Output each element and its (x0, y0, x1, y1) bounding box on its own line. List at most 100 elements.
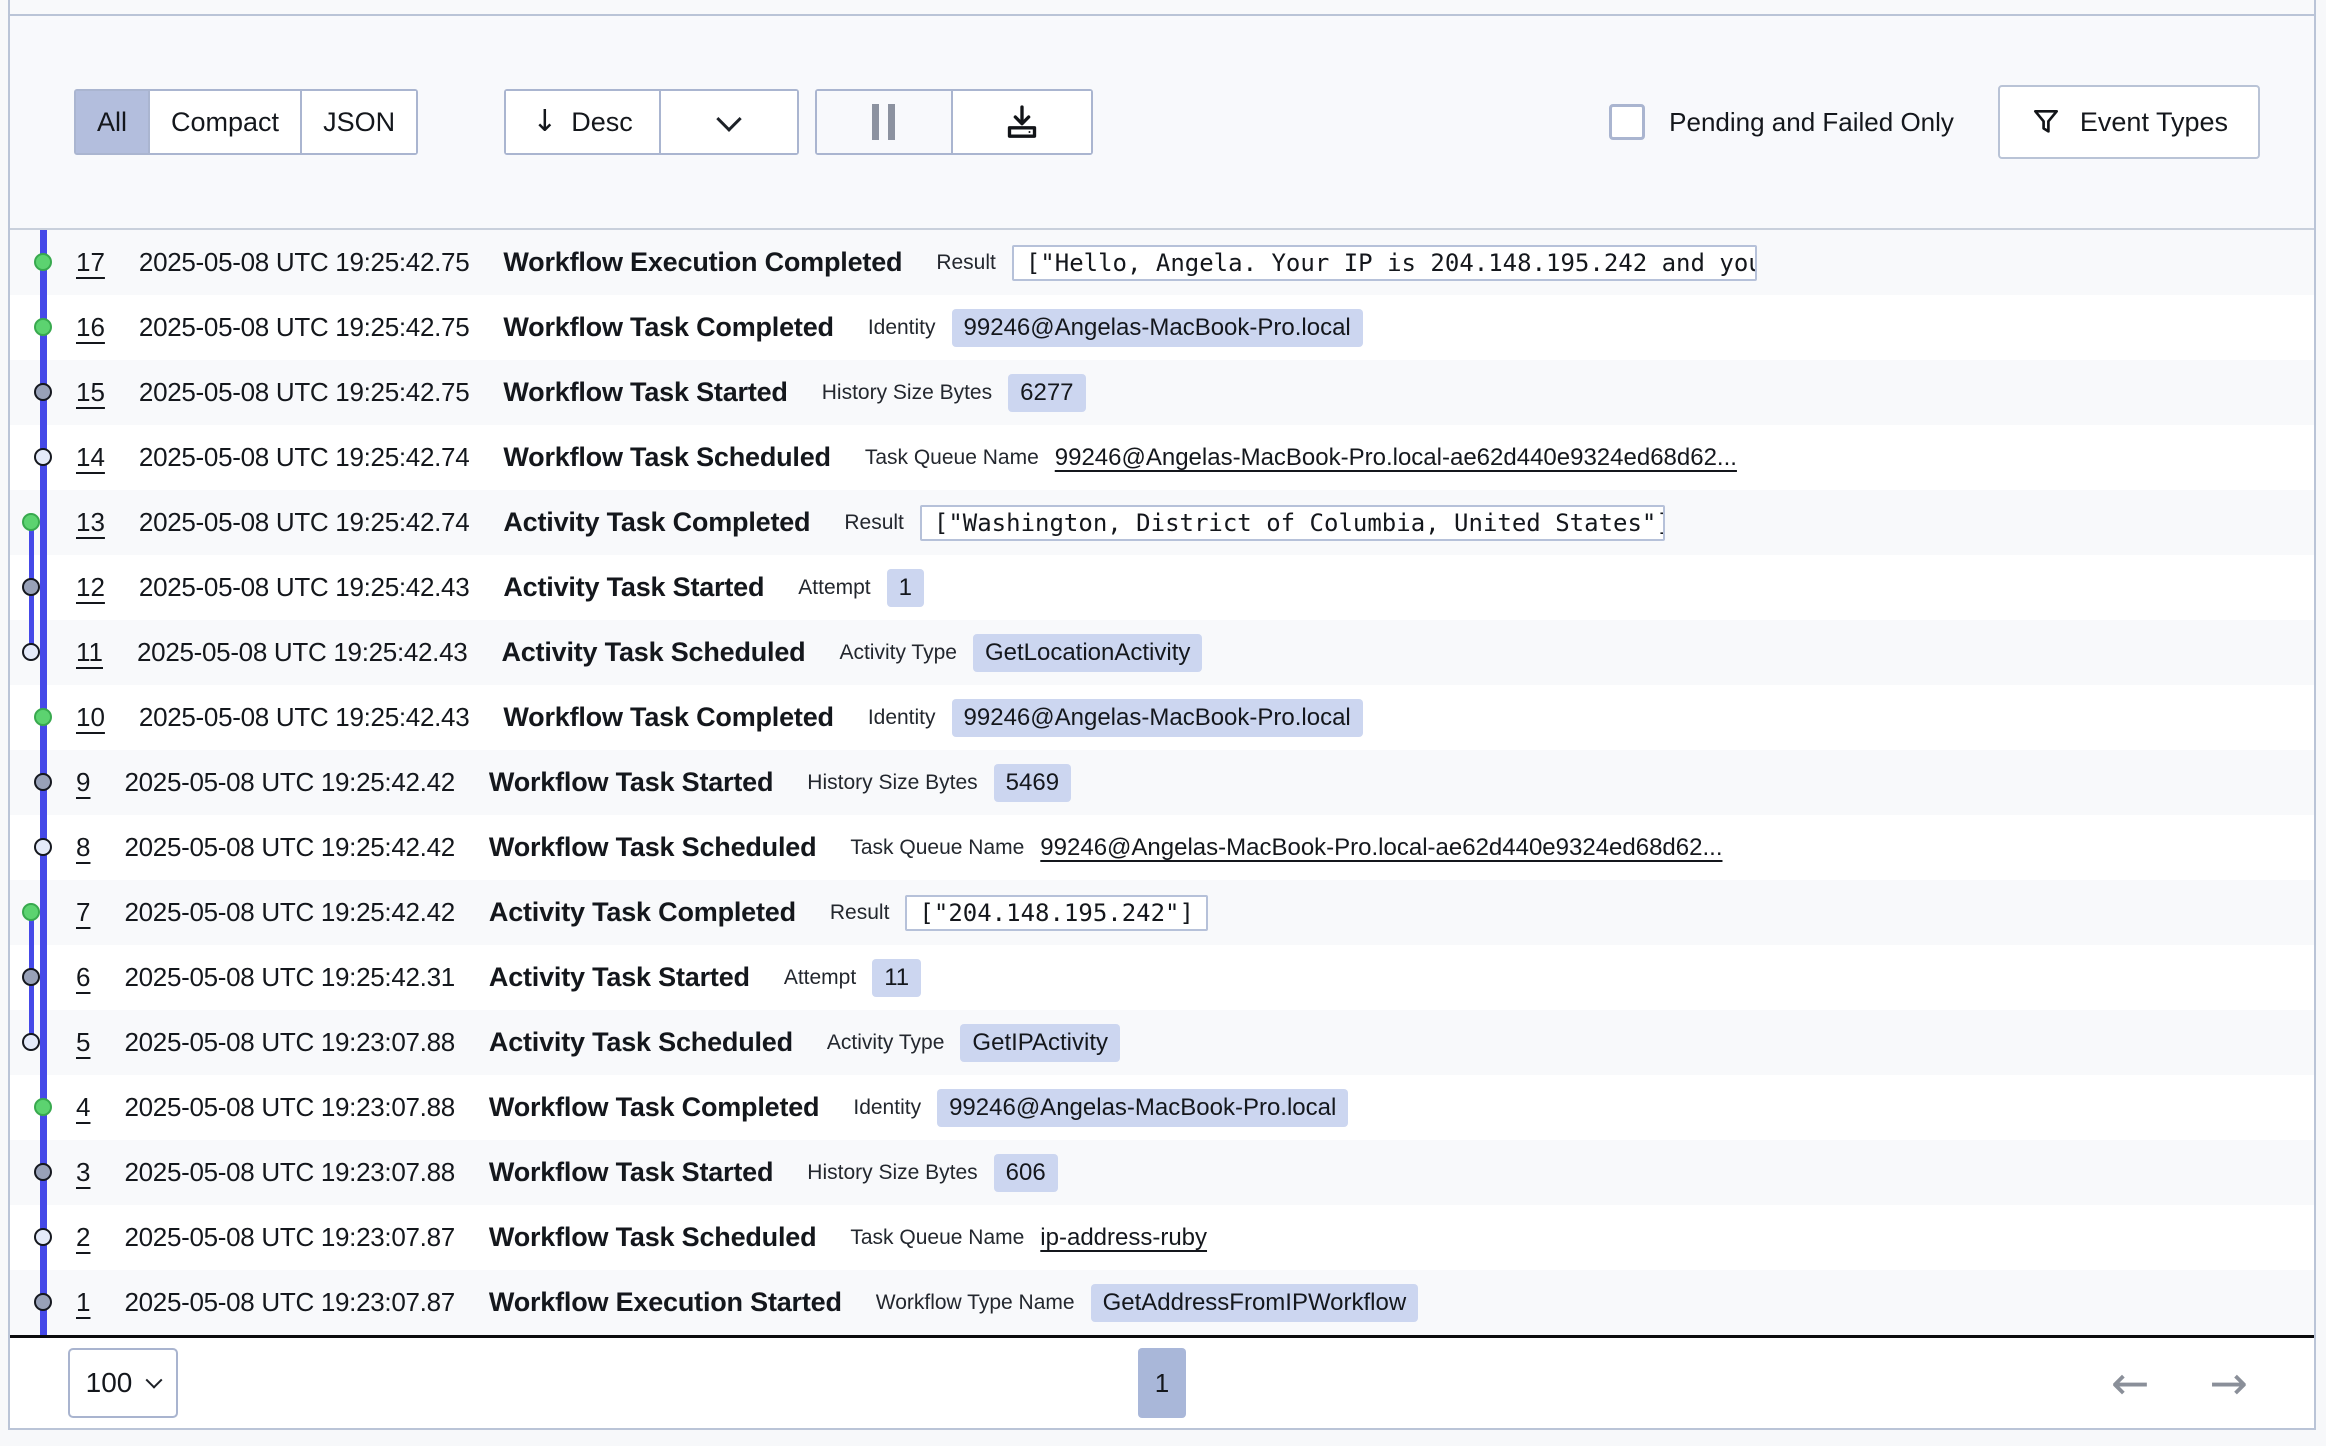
event-name: Activity Task Completed (489, 897, 796, 928)
event-row-3[interactable]: 32025-05-08 UTC 19:23:07.88Workflow Task… (10, 1140, 2314, 1205)
event-id-link[interactable]: 8 (76, 832, 90, 863)
event-detail-value: 5469 (994, 764, 1071, 802)
event-detail-value[interactable]: 99246@Angelas-MacBook-Pro.local-ae62d440… (1040, 834, 1722, 862)
sort-desc-button[interactable]: ↓ Desc (506, 91, 659, 153)
event-status-dot-sched (34, 1228, 52, 1246)
event-detail-label: Activity Type (827, 1031, 945, 1055)
pause-autorefresh-button[interactable] (817, 91, 951, 153)
event-history-panel: AllCompactJSON ↓ Desc (8, 14, 2316, 1430)
pagination-bar: 100 1 ← → (10, 1338, 2314, 1428)
event-row-2[interactable]: 22025-05-08 UTC 19:23:07.87Workflow Task… (10, 1205, 2314, 1270)
event-id-link[interactable]: 5 (76, 1027, 90, 1058)
history-action-buttons (815, 89, 1093, 155)
event-row-12[interactable]: 122025-05-08 UTC 19:25:42.43Activity Tas… (10, 555, 2314, 620)
event-timestamp: 2025-05-08 UTC 19:25:42.42 (124, 897, 454, 928)
event-detail: History Size Bytes6277 (822, 374, 1086, 412)
current-page-value: 1 (1155, 1368, 1169, 1399)
event-detail-value: 6277 (1008, 374, 1085, 412)
event-row-7[interactable]: 7 2025-05-08 UTC 19:25:42.42 Activity Task… (10, 880, 2314, 945)
pending-failed-checkbox[interactable] (1609, 104, 1645, 140)
event-row-16[interactable]: 162025-05-08 UTC 19:25:42.75Workflow Tas… (10, 295, 2314, 360)
event-status-dot-sched (22, 1033, 40, 1051)
event-row-9[interactable]: 92025-05-08 UTC 19:25:42.42Workflow Task… (10, 750, 2314, 815)
download-history-button[interactable] (951, 91, 1091, 153)
previous-page-arrow[interactable]: ← (2111, 1360, 2150, 1406)
event-name: Activity Task Started (489, 962, 750, 993)
event-detail: Attempt1 (798, 569, 924, 607)
chevron-down-icon (146, 1372, 163, 1389)
event-id-link[interactable]: 1 (76, 1287, 90, 1318)
event-status-dot-sched (22, 643, 40, 661)
event-id-link[interactable]: 10 (76, 702, 105, 733)
event-name: Workflow Task Scheduled (503, 442, 830, 473)
event-id-link[interactable]: 13 (76, 507, 105, 538)
event-row-10[interactable]: 102025-05-08 UTC 19:25:42.43Workflow Tas… (10, 685, 2314, 750)
event-detail-value: GetIPActivity (960, 1024, 1120, 1062)
event-id-link[interactable]: 14 (76, 442, 105, 473)
event-detail-label: Result (844, 511, 904, 535)
event-detail: Identity99246@Angelas-MacBook-Pro.local (853, 1089, 1348, 1127)
pause-icon (888, 104, 895, 140)
event-detail: Task Queue Nameip-address-ruby (850, 1224, 1207, 1252)
event-name: Activity Task Started (503, 572, 764, 603)
event-detail: Workflow Type NameGetAddressFromIPWorkfl… (876, 1284, 1418, 1322)
event-name: Workflow Execution Started (489, 1287, 842, 1318)
event-status-dot-gray (34, 773, 52, 791)
event-detail-value[interactable]: 99246@Angelas-MacBook-Pro.local-ae62d440… (1055, 444, 1737, 472)
view-tab-compact[interactable]: Compact (148, 91, 300, 153)
event-name: Workflow Task Started (503, 377, 787, 408)
event-detail-value[interactable]: ip-address-ruby (1040, 1224, 1207, 1252)
view-tab-json[interactable]: JSON (300, 91, 416, 153)
event-row-15[interactable]: 152025-05-08 UTC 19:25:42.75Workflow Tas… (10, 360, 2314, 425)
event-row-13[interactable]: 132025-05-08 UTC 19:25:42.74Activity Tas… (10, 490, 2314, 555)
next-page-arrow[interactable]: → (2209, 1360, 2248, 1406)
event-id-link[interactable]: 15 (76, 377, 105, 408)
page-size-select[interactable]: 100 (68, 1348, 178, 1418)
event-detail-label: Identity (868, 316, 936, 340)
event-status-dot-gray (34, 1293, 52, 1311)
event-detail-value: ["Washington, District of Columbia, Unit… (920, 505, 1665, 541)
event-timestamp: 2025-05-08 UTC 19:23:07.88 (124, 1092, 454, 1123)
previous-section-sliver (8, 0, 2316, 14)
event-row-1[interactable]: 12025-05-08 UTC 19:23:07.87Workflow Exec… (10, 1270, 2314, 1335)
event-name: Workflow Task Completed (489, 1092, 819, 1123)
event-timestamp: 2025-05-08 UTC 19:25:42.42 (124, 832, 454, 863)
event-detail-label: Attempt (784, 966, 856, 990)
event-row-6[interactable]: 62025-05-08 UTC 19:25:42.31Activity Task… (10, 945, 2314, 1010)
event-id-link[interactable]: 12 (76, 572, 105, 603)
event-status-dot-green (34, 253, 52, 271)
event-name: Activity Task Scheduled (501, 637, 805, 668)
event-id-link[interactable]: 9 (76, 767, 90, 798)
view-mode-tabs: AllCompactJSON (74, 89, 418, 155)
event-id-link[interactable]: 3 (76, 1157, 90, 1188)
pause-icon (872, 104, 879, 140)
event-row-17[interactable]: 172025-05-08 UTC 19:25:42.75Workflow Exe… (10, 230, 2314, 295)
event-row-14[interactable]: 142025-05-08 UTC 19:25:42.74Workflow Tas… (10, 425, 2314, 490)
event-detail: Task Queue Name99246@Angelas-MacBook-Pro… (865, 444, 1737, 472)
event-row-8[interactable]: 82025-05-08 UTC 19:25:42.42Workflow Task… (10, 815, 2314, 880)
event-timestamp: 2025-05-08 UTC 19:25:42.42 (124, 767, 454, 798)
event-detail-value: 1 (887, 569, 924, 607)
sort-order-label: Desc (571, 107, 633, 138)
event-name: Workflow Task Scheduled (489, 1222, 816, 1253)
event-id-link[interactable]: 2 (76, 1222, 90, 1253)
event-id-link[interactable]: 17 (76, 247, 105, 278)
sort-dropdown-button[interactable] (659, 91, 797, 153)
event-detail-label: History Size Bytes (807, 771, 977, 795)
event-id-link[interactable]: 16 (76, 312, 105, 343)
event-id-link[interactable]: 7 (76, 897, 90, 928)
event-detail-value: 606 (994, 1154, 1058, 1192)
event-types-filter-button[interactable]: Event Types (1998, 85, 2260, 159)
current-page-button[interactable]: 1 (1138, 1348, 1186, 1418)
event-id-link[interactable]: 6 (76, 962, 90, 993)
event-id-link[interactable]: 4 (76, 1092, 90, 1123)
event-status-dot-gray (22, 578, 40, 596)
event-row-11[interactable]: 112025-05-08 UTC 19:25:42.43Activity Tas… (10, 620, 2314, 685)
event-detail: Result["Hello, Angela. Your IP is 204.14… (936, 245, 1757, 281)
pending-failed-label: Pending and Failed Only (1669, 107, 1954, 138)
view-tab-all[interactable]: All (76, 91, 148, 153)
event-row-4[interactable]: 4 2025-05-08 UTC 19:23:07.88 Workflow Task… (10, 1075, 2314, 1140)
event-row-5[interactable]: 52025-05-08 UTC 19:23:07.88Activity Task… (10, 1010, 2314, 1075)
event-id-link[interactable]: 11 (76, 637, 103, 668)
event-timestamp: 2025-05-08 UTC 19:25:42.75 (139, 247, 469, 278)
